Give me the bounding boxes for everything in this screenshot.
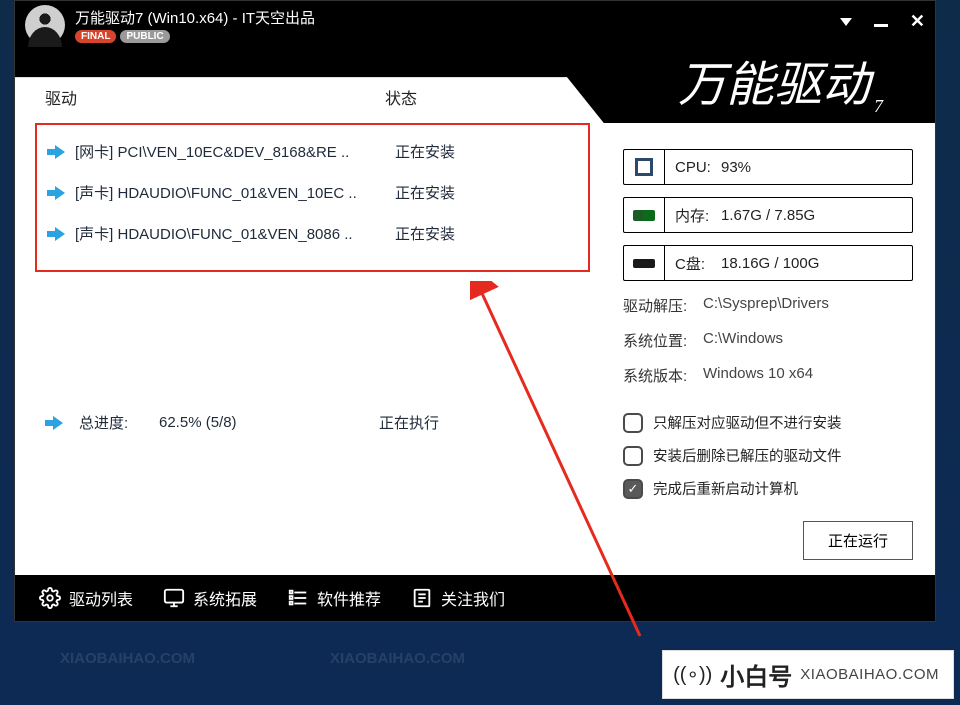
metric-disk: C盘: 18.16G / 100G [623,245,913,281]
option-extract-only[interactable]: 只解压对应驱动但不进行安装 [623,412,913,433]
title-bar: 万能驱动7 (Win10.x64) - IT天空出品 FINAL PUBLIC … [15,1,935,49]
metric-label: 内存: [665,205,715,226]
arrow-right-icon [47,186,65,200]
nav-system-ext[interactable]: 系统拓展 [151,586,269,610]
info-extract-path: 驱动解压: C:\Sysprep\Drivers [623,295,913,316]
metric-ram: 内存: 1.67G / 7.85G [623,197,913,233]
checkbox-checked-icon[interactable] [623,479,643,499]
watermark-url: XIAOBAIHAO.COM [800,666,939,683]
document-icon [411,587,433,609]
checkbox-icon[interactable] [623,413,643,433]
driver-name: [网卡] PCI\VEN_10EC&DEV_8168&RE .. [75,141,395,162]
cpu-icon [635,158,653,176]
driver-name: [声卡] HDAUDIO\FUNC_01&VEN_10EC .. [75,182,395,203]
metric-value: 1.67G / 7.85G [715,207,815,224]
driver-list-header: 驱动 状态 [35,81,590,113]
gear-icon [39,587,61,609]
nav-follow-us[interactable]: 关注我们 [399,586,517,610]
watermark-brand: 小白号 [720,657,792,692]
badge-public: PUBLIC [120,30,169,43]
run-button[interactable]: 正在运行 [803,521,913,560]
list-icon [287,587,309,609]
metric-value: 93% [715,159,751,176]
chevron-down-icon [840,18,852,26]
metric-label: CPU: [665,159,715,176]
info-system-version: 系统版本: Windows 10 x64 [623,365,913,386]
column-driver: 驱动 [45,85,385,109]
driver-name: [声卡] HDAUDIO\FUNC_01&VEN_8086 .. [75,223,395,244]
metric-label: C盘: [665,253,715,274]
annotation-highlight-box: [网卡] PCI\VEN_10EC&DEV_8168&RE .. 正在安装 [声… [35,123,590,272]
nav-driver-list[interactable]: 驱动列表 [27,586,145,610]
minimize-icon [874,24,888,27]
arrow-right-icon [47,145,65,159]
progress-value: 62.5% (5/8) [159,414,379,431]
driver-row[interactable]: [声卡] HDAUDIO\FUNC_01&VEN_8086 .. 正在安装 [37,213,588,254]
progress-status: 正在执行 [379,412,439,433]
driver-status: 正在安装 [395,141,455,162]
progress-row: 总进度: 62.5% (5/8) 正在执行 [35,402,590,443]
badge-final: FINAL [75,30,116,43]
driver-row[interactable]: [声卡] HDAUDIO\FUNC_01&VEN_10EC .. 正在安装 [37,172,588,213]
progress-label: 总进度: [79,412,159,433]
bottom-nav: 驱动列表 系统拓展 软件推荐 关注我们 [15,575,935,621]
driver-status: 正在安装 [395,182,455,203]
avatar[interactable] [25,5,65,45]
driver-status: 正在安装 [395,223,455,244]
menu-dropdown-button[interactable] [840,18,852,26]
option-restart-after[interactable]: 完成后重新启动计算机 [623,478,913,499]
monitor-icon [163,587,185,609]
watermark: ((∘)) 小白号 XIAOBAIHAO.COM [662,650,954,699]
nav-software[interactable]: 软件推荐 [275,586,393,610]
driver-row[interactable]: [网卡] PCI\VEN_10EC&DEV_8168&RE .. 正在安装 [37,131,588,172]
app-window: 万能驱动7 (Win10.x64) - IT天空出品 FINAL PUBLIC … [14,0,936,622]
window-title: 万能驱动7 (Win10.x64) - IT天空出品 [75,7,315,28]
arrow-right-icon [47,227,65,241]
info-system-path: 系统位置: C:\Windows [623,330,913,351]
broadcast-icon: ((∘)) [673,662,712,687]
minimize-button[interactable] [874,16,888,27]
disk-icon [633,259,655,268]
metric-value: 18.16G / 100G [715,255,819,272]
close-icon: ✕ [910,11,925,31]
checkbox-icon[interactable] [623,446,643,466]
metric-cpu: CPU: 93% [623,149,913,185]
close-button[interactable]: ✕ [910,11,925,32]
option-delete-after-install[interactable]: 安装后删除已解压的驱动文件 [623,445,913,466]
ram-icon [633,210,655,221]
column-status: 状态 [385,85,417,109]
arrow-right-icon [45,416,63,430]
